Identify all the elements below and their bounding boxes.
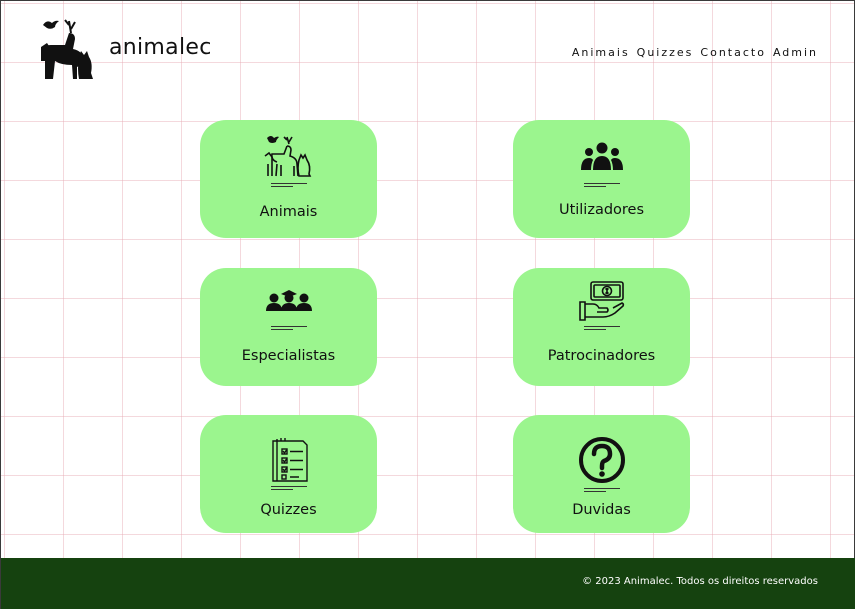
nav-animais[interactable]: Animais — [572, 46, 630, 59]
card-animais[interactable]: Animais — [200, 120, 377, 238]
specialists-icon — [265, 290, 313, 312]
footer: © 2023 Animalec. Todos os direitos reser… — [1, 558, 855, 609]
brand-name[interactable]: animalec — [109, 35, 212, 60]
money-hand-icon — [578, 280, 625, 322]
card-label: Patrocinadores — [547, 348, 656, 364]
card-quizzes[interactable]: Quizzes — [200, 415, 377, 533]
logo-icon[interactable] — [39, 17, 95, 83]
checklist-icon — [269, 437, 309, 483]
copyright-text: © 2023 Animalec. Todos os direitos reser… — [582, 576, 818, 587]
card-caption-lines — [583, 326, 620, 330]
animals-icon — [263, 134, 315, 180]
card-caption-lines — [270, 486, 307, 490]
card-label: Utilizadores — [558, 202, 645, 218]
nav-contacto[interactable]: Contacto — [700, 46, 766, 59]
card-label: Animais — [259, 204, 318, 220]
card-label: Duvidas — [572, 502, 631, 518]
card-patrocinadores[interactable]: Patrocinadores — [513, 268, 690, 386]
card-caption-lines — [583, 488, 620, 492]
card-especialistas[interactable]: Especialistas — [200, 268, 377, 386]
nav-quizzes[interactable]: Quizzes — [637, 46, 694, 59]
card-label: Especialistas — [241, 348, 336, 364]
card-caption-lines — [270, 326, 307, 330]
users-group-icon — [580, 142, 623, 172]
card-caption-lines — [270, 183, 307, 187]
card-utilizadores[interactable]: Utilizadores — [513, 120, 690, 238]
nav-admin[interactable]: Admin — [773, 46, 818, 59]
card-label: Quizzes — [260, 502, 317, 518]
main-nav: Animais Quizzes Contacto Admin — [572, 46, 818, 59]
question-icon — [578, 436, 626, 484]
card-caption-lines — [583, 183, 620, 187]
header: animalec Animais Quizzes Contacto Admin — [1, 1, 855, 101]
card-duvidas[interactable]: Duvidas — [513, 415, 690, 533]
